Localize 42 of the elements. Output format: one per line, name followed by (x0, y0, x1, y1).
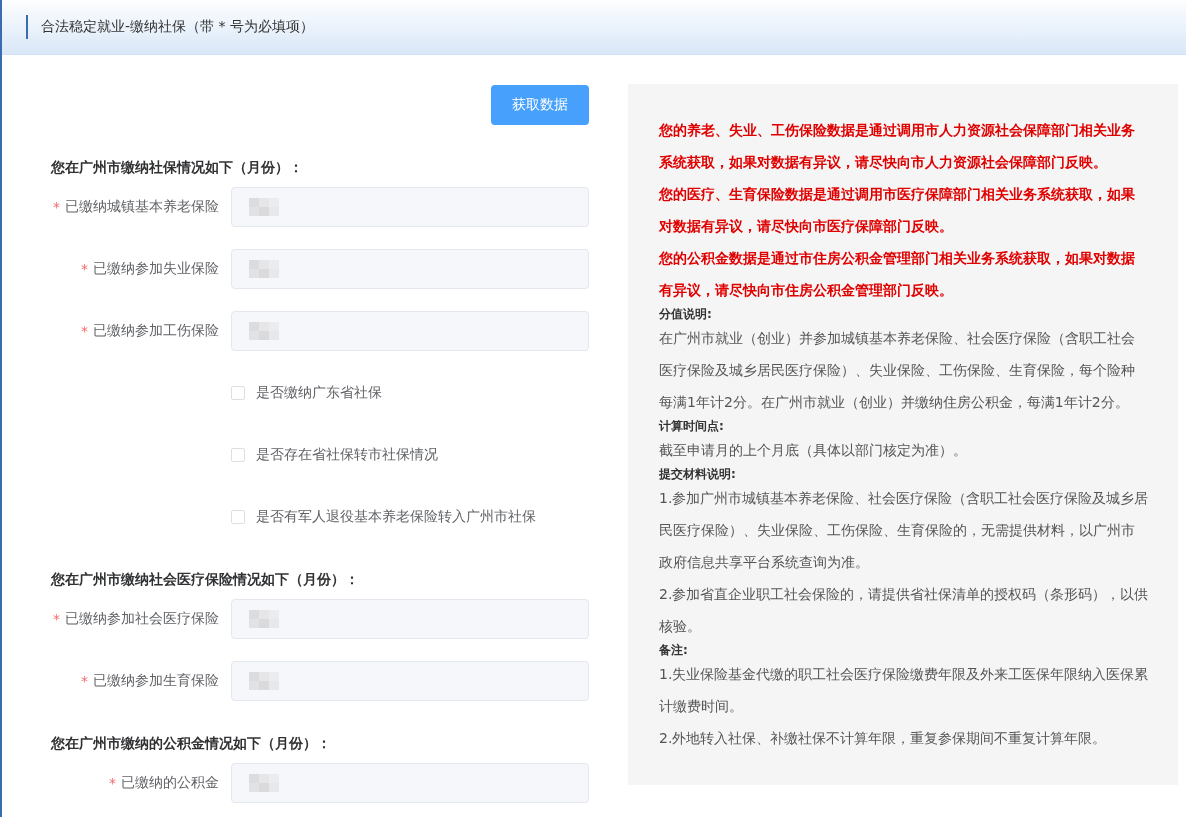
note-heading: 提交材料说明: (659, 466, 737, 482)
field-label: 已缴纳的公积金 (121, 774, 219, 792)
required-mark: * (53, 611, 60, 627)
notice-text: 您的公积金数据是通过市住房公积金管理部门相关业务系统获取，如果对数据有异议，请尽快向市住房公积金管理部门反映。 (659, 249, 1136, 300)
field-label: 已缴纳参加社会医疗保险 (65, 610, 219, 628)
note-heading: 分值说明: (659, 306, 713, 322)
note-paragraph: 1.失业保险基金代缴的职工社会医疗保险缴费年限及外来工医保年限纳入医保累计缴费时间。 (659, 665, 1149, 716)
section-heading: 您在广州市缴纳社保情况如下（月份）： (51, 158, 304, 177)
notice-text: 您的养老、失业、工伤保险数据是通过调用市人力资源社会保障部门相关业务系统获取，如果对数据有异议，请尽快向市人力资源社会保障部门反映。 (659, 121, 1136, 172)
required-mark: * (53, 199, 60, 215)
checkbox[interactable] (231, 386, 245, 400)
required-mark: * (109, 775, 116, 791)
input-field[interactable] (231, 763, 589, 803)
note-paragraph: 在广州市就业（创业）并参加城镇基本养老保险、社会医疗保险（含职工社会医疗保险及城乡居民医疗保险）、失业保险、工伤保险、生育保险，每个险种每满1年计2分。在广州市就业（创业）并缴纳住房公积金，每满1年计2分。 (659, 329, 1136, 412)
note-paragraph: 2.外地转入社保、补缴社保不计算年限，重复参保期间不重复计算年限。 (659, 729, 1108, 748)
note-paragraph: 2.参加省直企业职工社会保险的，请提供省社保清单的授权码（条形码），以供核验。 (659, 585, 1149, 636)
field-label: 已缴纳参加工伤保险 (93, 322, 219, 340)
page-title: 合法稳定就业-缴纳社保（带 * 号为必填项） (41, 18, 314, 36)
note-paragraph: 1.参加广州市城镇基本养老保险、社会医疗保险（含职工社会医疗保险及城乡居民医疗保险）、失业保险、工伤保险、生育保险的，无需提供材料，以广州市政府信息共享平台系统查询为准。 (659, 489, 1149, 572)
input-field[interactable] (231, 661, 589, 701)
note-heading: 计算时间点: (659, 418, 725, 434)
notice-text: 您的医疗、生育保险数据是通过调用市医疗保障部门相关业务系统获取，如果对数据有异议，请尽快向市医疗保障部门反映。 (659, 185, 1136, 236)
note-heading: 备注: (659, 642, 689, 658)
field-label: 已缴纳参加生育保险 (93, 672, 219, 690)
input-field[interactable] (231, 599, 589, 639)
input-field[interactable] (231, 249, 589, 289)
required-mark: * (81, 323, 88, 339)
input-field[interactable] (231, 311, 589, 351)
required-mark: * (81, 261, 88, 277)
checkbox-label[interactable]: 是否存在省社保转市社保情况 (256, 446, 438, 464)
input-field[interactable] (231, 187, 589, 227)
note-paragraph: 截至申请月的上个月底（具体以部门核定为准）。 (659, 441, 968, 460)
checkbox-label[interactable]: 是否有军人退役基本养老保险转入广州市社保 (256, 508, 536, 526)
checkbox[interactable] (231, 448, 245, 462)
checkbox[interactable] (231, 510, 245, 524)
section-heading: 您在广州市缴纳社会医疗保险情况如下（月份）： (51, 570, 360, 589)
field-label: 已缴纳城镇基本养老保险 (65, 198, 219, 216)
checkbox-label[interactable]: 是否缴纳广东省社保 (256, 384, 382, 402)
title-accent-bar (26, 15, 28, 39)
section-heading: 您在广州市缴纳的公积金情况如下（月份）： (51, 734, 332, 753)
field-label: 已缴纳参加失业保险 (93, 260, 219, 278)
required-mark: * (81, 673, 88, 689)
